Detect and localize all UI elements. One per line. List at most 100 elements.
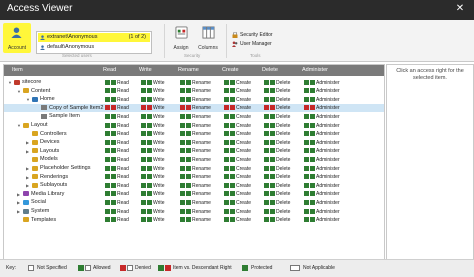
item-name[interactable]: Media Library [31,190,64,199]
collapse-icon[interactable]: ▼ [26,97,30,102]
col-header-write[interactable]: Write [139,67,152,73]
table-row[interactable]: ▶ Media Library Read Write Rename Create Delet… [4,190,384,199]
right-cell-create[interactable]: Create [224,122,251,129]
right-cell-administer[interactable]: Administer [304,139,340,146]
right-cell-create[interactable]: Create [224,96,251,103]
item-name[interactable]: Layout [31,121,48,130]
right-cell-create[interactable]: Create [224,191,251,197]
right-cell-create[interactable]: Create [224,131,251,137]
table-row[interactable]: ▶ System Read Write Rename Create Delete Admini… [4,207,384,216]
right-cell-administer[interactable]: Administer [304,96,340,103]
right-cell-rename[interactable]: Rename [180,96,211,103]
right-cell-administer[interactable]: Administer [304,105,340,111]
account-item[interactable]: extranet\Anonymous (1 of 2) [38,33,150,42]
expand-icon[interactable]: ▶ [26,183,29,188]
right-cell-read[interactable]: Read [105,88,129,94]
table-row[interactable]: ▶ Devices Read Write Rename Create Delete Admin… [4,138,384,147]
right-cell-rename[interactable]: Rename [180,199,211,206]
collapse-icon[interactable]: ▼ [8,80,12,85]
right-cell-rename[interactable]: Rename [180,174,211,180]
right-cell-create[interactable]: Create [224,156,251,163]
table-row[interactable]: ▼ sitecore Read Write Rename Create Delete Admi… [4,78,384,87]
right-cell-write[interactable]: Write [141,156,165,163]
right-cell-administer[interactable]: Administer [304,148,340,154]
item-name[interactable]: Social [31,198,46,207]
right-cell-administer[interactable]: Administer [304,199,340,206]
collapse-icon[interactable]: ▼ [17,123,21,128]
right-cell-rename[interactable]: Rename [180,148,211,154]
right-cell-rename[interactable]: Rename [180,217,211,223]
right-cell-administer[interactable]: Administer [304,208,340,215]
item-name[interactable]: Placeholder Settings [40,164,90,173]
item-name[interactable]: Home [40,95,55,104]
right-cell-read[interactable]: Read [105,199,129,206]
right-cell-read[interactable]: Read [105,96,129,103]
right-cell-write[interactable]: Write [141,191,165,197]
right-cell-create[interactable]: Create [224,174,251,180]
right-cell-write[interactable]: Write [141,199,165,206]
right-cell-rename[interactable]: Rename [180,165,211,172]
close-icon[interactable]: ✕ [455,4,465,14]
item-name[interactable]: Renderings [40,173,68,182]
right-cell-delete[interactable]: Delete [264,96,290,103]
right-cell-read[interactable]: Read [105,139,129,146]
right-cell-rename[interactable]: Rename [180,113,211,120]
item-name[interactable]: Controllers [40,130,67,139]
item-name[interactable]: Sample Item [49,112,80,121]
right-cell-delete[interactable]: Delete [264,156,290,163]
right-cell-administer[interactable]: Administer [304,156,340,163]
right-cell-delete[interactable]: Delete [264,208,290,215]
right-cell-read[interactable]: Read [105,148,129,154]
right-cell-delete[interactable]: Delete [264,139,290,146]
right-cell-read[interactable]: Read [105,113,129,120]
table-row[interactable]: ▼ Home Read Write Rename Create Delete Administ… [4,95,384,104]
table-row[interactable]: ▼ Content Read Write Rename Create Delete Admin… [4,87,384,96]
right-cell-read[interactable]: Read [105,174,129,180]
right-cell-delete[interactable]: Delete [264,217,290,223]
right-cell-administer[interactable]: Administer [304,79,340,86]
right-cell-write[interactable]: Write [141,139,165,146]
right-cell-read[interactable]: Read [105,105,129,111]
item-name[interactable]: Devices [40,138,60,147]
user-manager-button[interactable]: User Manager [232,40,272,48]
item-name[interactable]: Sublayouts [40,181,67,190]
item-name[interactable]: sitecore [22,78,41,87]
right-cell-rename[interactable]: Rename [180,79,211,86]
expand-icon[interactable]: ▶ [17,200,20,205]
table-row[interactable]: ▶ Social Read Write Rename Create Delete Admini… [4,198,384,207]
right-cell-administer[interactable]: Administer [304,113,340,120]
right-cell-delete[interactable]: Delete [264,88,290,94]
item-name[interactable]: Layouts [40,147,59,156]
right-cell-write[interactable]: Write [141,113,165,120]
right-cell-create[interactable]: Create [224,139,251,146]
right-cell-write[interactable]: Write [141,131,165,137]
right-cell-create[interactable]: Create [224,199,251,206]
item-name[interactable]: Content [31,87,50,96]
right-cell-delete[interactable]: Delete [264,122,290,129]
right-cell-administer[interactable]: Administer [304,165,340,172]
right-cell-administer[interactable]: Administer [304,217,340,223]
selected-accounts-list[interactable]: extranet\Anonymous (1 of 2) default\Anon… [36,31,152,54]
right-cell-read[interactable]: Read [105,131,129,137]
right-cell-write[interactable]: Write [141,88,165,94]
right-cell-create[interactable]: Create [224,182,251,189]
right-cell-administer[interactable]: Administer [304,88,340,94]
columns-button[interactable]: Columns [195,24,221,54]
table-row[interactable]: Models Read Write Rename Create Delete Adminis… [4,155,384,164]
right-cell-rename[interactable]: Rename [180,208,211,215]
item-name[interactable]: Templates [31,216,56,225]
right-cell-create[interactable]: Create [224,217,251,223]
right-cell-read[interactable]: Read [105,217,129,223]
security-editor-button[interactable]: Security Editor [232,31,273,39]
right-cell-write[interactable]: Write [141,217,165,223]
right-cell-delete[interactable]: Delete [264,148,290,154]
right-cell-read[interactable]: Read [105,165,129,172]
right-cell-delete[interactable]: Delete [264,113,290,120]
account-button[interactable]: Account [3,23,31,53]
table-row[interactable]: Copy of Sample Item2 Read Write Rename Creat… [4,103,384,113]
right-cell-rename[interactable]: Rename [180,122,211,129]
col-header-delete[interactable]: Delete [262,67,278,73]
expand-icon[interactable]: ▶ [17,192,20,197]
right-cell-administer[interactable]: Administer [304,182,340,189]
right-cell-create[interactable]: Create [224,165,251,172]
